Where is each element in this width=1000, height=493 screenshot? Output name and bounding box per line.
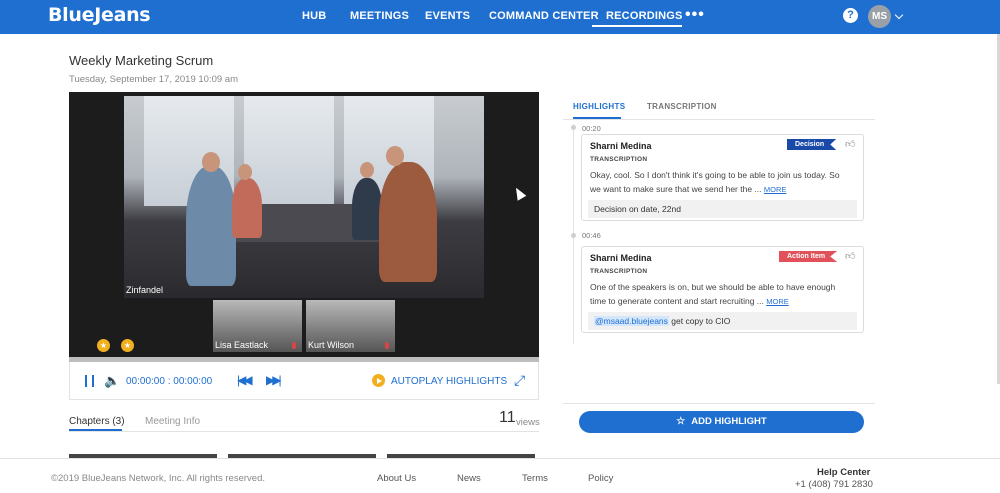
video-player[interactable]: Zinfandel Lisa Eastlack Kurt Wilson [69,92,539,357]
divider [563,403,875,404]
highlight-marker-star-icon[interactable]: ★ [97,339,110,352]
rewind-icon[interactable]: |◀◀ [237,373,252,387]
fullscreen-expand-icon[interactable]: ⤢ [514,372,525,389]
participant-name: Lisa Eastlack [215,340,269,350]
bluejeans-logo[interactable]: BlueJeans [48,4,151,26]
copyright-text: ©2019 BlueJeans Network, Inc. All rights… [51,473,265,484]
highlight-note: Decision on date, 22nd [588,200,857,218]
nav-active-indicator [592,25,682,27]
person-head [360,162,374,178]
thumbs-up-icon[interactable]: 👍︎ [845,250,855,262]
views-label: views [516,417,540,428]
mouse-cursor-icon [511,185,527,201]
tab-chapters[interactable]: Chapters (3) [69,416,125,427]
footer: ©2019 BlueJeans Network, Inc. All rights… [0,458,1000,493]
volume-icon[interactable]: 🔈 [104,373,120,389]
timeline-dot [571,233,576,238]
nav-meetings[interactable]: MEETINGS [350,10,409,22]
nav-events[interactable]: EVENTS [425,10,470,22]
add-highlight-label: ADD HIGHLIGHT [691,416,767,427]
person-figure [232,178,262,238]
help-icon[interactable]: ? [843,8,858,23]
highlight-note: @msaad.bluejeans get copy to CIO [588,312,857,330]
playback-time: 00:00:00 : 00:00:00 [126,376,213,387]
more-menu-icon[interactable]: ••• [685,6,705,24]
user-avatar[interactable]: MS [868,5,891,28]
user-mention[interactable]: @msaad.bluejeans [594,316,669,326]
main-video-feed [124,96,484,298]
more-link[interactable]: MORE [764,185,787,194]
highlight-text: One of the speakers is on, but we should… [590,280,852,309]
footer-link-about-us[interactable]: About Us [377,473,416,484]
top-navigation-bar: BlueJeans HUB MEETINGS EVENTS COMMAND CE… [0,0,1000,34]
highlight-text-content: One of the speakers is on, but we should… [590,282,836,306]
highlight-marker-star-icon[interactable]: ★ [121,339,134,352]
nav-hub[interactable]: HUB [302,10,326,22]
help-center-link[interactable]: Help Center [817,467,870,478]
fast-forward-icon[interactable]: ▶▶| [266,373,281,387]
highlight-speaker: Sharni Medina [590,253,652,263]
highlight-text-content: Okay, cool. So I don't think it's going … [590,170,840,194]
recording-date: Tuesday, September 17, 2019 10:09 am [69,74,238,85]
person-head [202,152,220,172]
action-item-tag: Action Item [779,251,838,262]
autoplay-highlights-button[interactable]: AUTOPLAY HIGHLIGHTS [391,376,507,387]
tab-meeting-info[interactable]: Meeting Info [145,416,200,427]
chevron-down-icon[interactable] [894,10,904,20]
more-link[interactable]: MORE [766,297,789,306]
person-figure [352,178,382,240]
star-outline-icon: ☆ [676,416,686,427]
views-count: 11 [499,409,516,426]
nav-command-center[interactable]: COMMAND CENTER [489,10,599,22]
footer-link-news[interactable]: News [457,473,481,484]
autoplay-play-icon[interactable] [372,374,385,387]
highlight-timestamp[interactable]: 00:20 [582,124,601,133]
main-speaker-label: Zinfandel [126,285,164,295]
page-title: Weekly Marketing Scrum [69,53,214,68]
add-highlight-button[interactable]: ☆ ADD HIGHLIGHT [579,411,864,433]
highlight-note-text: get copy to CIO [668,316,731,326]
player-controls: 🔈 00:00:00 : 00:00:00 |◀◀ ▶▶| AUTOPLAY H… [69,362,539,400]
timeline-dot [571,125,576,130]
highlight-timestamp[interactable]: 00:46 [582,231,601,240]
pause-icon[interactable] [85,375,94,387]
divider [563,119,875,120]
footer-link-policy[interactable]: Policy [588,473,613,484]
person-figure [379,162,437,282]
person-head [238,164,252,180]
highlight-text: Okay, cool. So I don't think it's going … [590,168,852,197]
divider [69,431,539,432]
highlight-card[interactable]: Sharni Medina Decision 👍︎ TRANSCRIPTION … [581,134,864,221]
footer-link-terms[interactable]: Terms [522,473,548,484]
mic-muted-icon [292,342,296,349]
tab-highlights[interactable]: HIGHLIGHTS [573,102,625,111]
participant-name: Kurt Wilson [308,340,355,350]
person-head [386,146,404,166]
highlight-subtitle: TRANSCRIPTION [590,156,648,163]
help-phone-number: +1 (408) 791 2830 [795,479,873,490]
thumbs-up-icon[interactable]: 👍︎ [845,138,855,150]
highlight-card[interactable]: Sharni Medina Action Item 👍︎ TRANSCRIPTI… [581,246,864,333]
decision-tag: Decision [787,139,837,150]
highlight-speaker: Sharni Medina [590,141,652,151]
nav-recordings[interactable]: RECORDINGS [606,10,683,22]
tab-transcription[interactable]: TRANSCRIPTION [647,102,717,111]
person-figure [186,166,236,286]
highlight-subtitle: TRANSCRIPTION [590,268,648,275]
mic-muted-icon [385,342,389,349]
